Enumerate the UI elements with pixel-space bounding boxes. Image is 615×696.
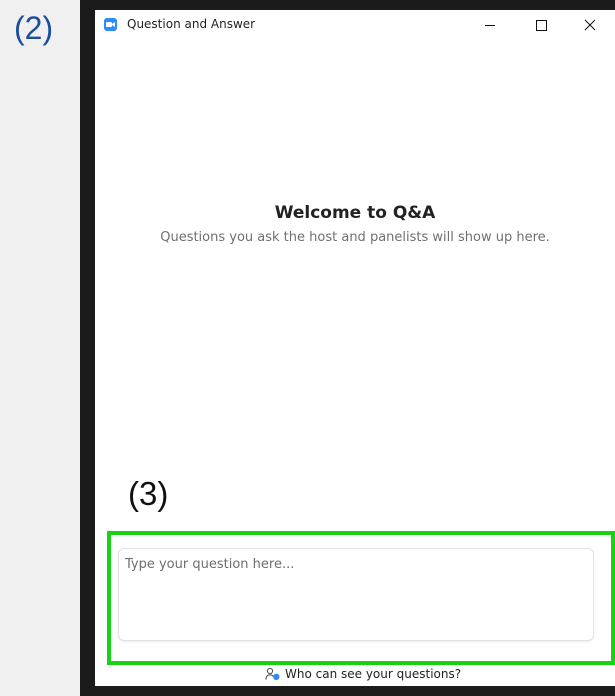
- welcome-panel: Welcome to Q&A Questions you ask the hos…: [95, 203, 615, 247]
- welcome-subtitle: Questions you ask the host and panelists…: [160, 230, 550, 245]
- minimize-icon: [485, 25, 495, 26]
- who-can-see-link[interactable]: Who can see your questions?: [265, 665, 461, 683]
- people-icon: [265, 667, 280, 680]
- annotation-step-2: (2): [14, 10, 54, 46]
- minimize-button[interactable]: [467, 10, 513, 40]
- question-input[interactable]: [118, 548, 594, 641]
- who-can-see-label: Who can see your questions?: [285, 667, 462, 681]
- welcome-title: Welcome to Q&A: [274, 203, 436, 223]
- maximize-icon: [536, 20, 547, 31]
- zoom-app-icon: [104, 18, 117, 31]
- window-title: Question and Answer: [127, 17, 256, 31]
- maximize-button[interactable]: [518, 10, 564, 40]
- close-button[interactable]: [567, 10, 613, 40]
- title-bar[interactable]: Question and Answer: [95, 10, 615, 40]
- annotation-step-3: (3): [128, 475, 169, 512]
- close-icon: [584, 19, 596, 31]
